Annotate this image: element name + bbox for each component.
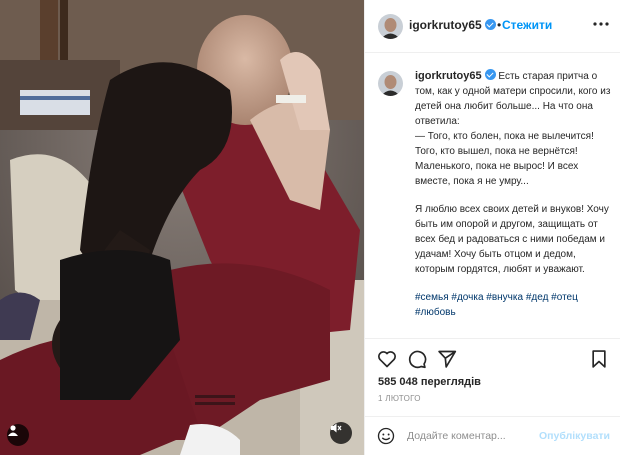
caption-paragraph-2: Я люблю всех своих детей и внуков! Хочу … [415, 204, 609, 275]
user-icon [8, 425, 18, 436]
follow-button[interactable]: Стежити [502, 18, 552, 32]
caption-avatar[interactable] [378, 71, 403, 96]
username-link[interactable]: igorkrutoy65 [409, 18, 496, 32]
caption-text-1: Есть старая притча о том, как у одной ма… [415, 71, 611, 187]
username-label: igorkrutoy65 [409, 18, 482, 32]
post-date[interactable]: 1 ЛЮТОГО [378, 394, 421, 403]
caption-paragraph-1: igorkrutoy65 Есть старая притча о том, к… [415, 69, 611, 189]
avatar-image [378, 14, 403, 39]
caption-section: igorkrutoy65 Есть старая притча о том, к… [365, 53, 620, 337]
post-sidebar: igorkrutoy65 • Стежити igorkrutoy65 Есть… [364, 0, 620, 455]
post-caption: igorkrutoy65 Есть старая притча о том, к… [415, 69, 611, 333]
mute-toggle-button[interactable] [330, 422, 352, 444]
comment-bar: Опублікувати [365, 416, 620, 456]
post-video[interactable] [0, 0, 364, 455]
view-count[interactable]: 585 048 переглядів [378, 376, 481, 388]
more-horizontal-icon[interactable] [591, 14, 611, 34]
header-separator: • [497, 18, 502, 32]
caption-username-link[interactable]: igorkrutoy65 [415, 69, 496, 82]
comment-input[interactable] [407, 428, 527, 444]
heart-icon[interactable] [377, 349, 397, 369]
bookmark-icon[interactable] [589, 349, 609, 369]
verified-badge-icon [484, 19, 496, 30]
action-bar [365, 338, 620, 379]
tagged-users-button[interactable] [7, 424, 29, 446]
publish-button[interactable]: Опублікувати [539, 430, 610, 442]
caption-username: igorkrutoy65 [415, 70, 482, 82]
emoji-icon[interactable] [377, 427, 395, 445]
share-icon[interactable] [437, 349, 457, 369]
avatar[interactable] [378, 14, 403, 39]
post-header: igorkrutoy65 • Стежити [365, 0, 620, 53]
verified-badge-icon [484, 69, 496, 80]
hashtags[interactable]: #семья #дочка #внучка #дед #отец #любовь [415, 290, 611, 320]
video-frame [0, 0, 364, 455]
comment-icon[interactable] [407, 349, 427, 369]
muted-speaker-icon [331, 423, 342, 433]
avatar-image [378, 71, 403, 96]
